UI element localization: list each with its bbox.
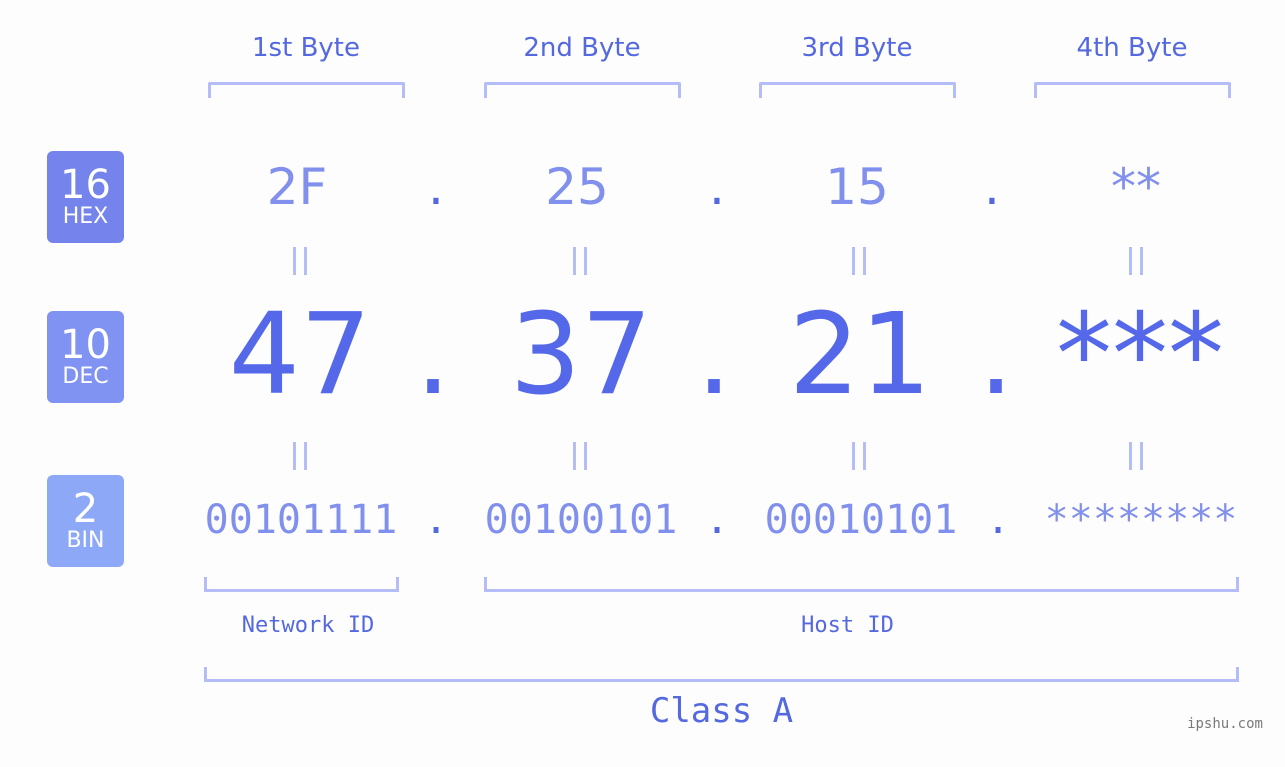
hex-badge: 16 HEX — [47, 151, 124, 243]
dec-base-label: DEC — [62, 364, 109, 389]
byte-bracket-3 — [759, 82, 956, 98]
dec-base-number: 10 — [60, 322, 111, 368]
host-id-label: Host ID — [801, 613, 894, 638]
hex-byte-4: ** — [1111, 158, 1161, 216]
bin-badge: 2 BIN — [47, 475, 124, 567]
dec-byte-3: 21 — [788, 290, 932, 420]
dec-separator-3: . — [978, 290, 1014, 420]
equals-icon — [293, 442, 307, 470]
bin-base-label: BIN — [66, 528, 105, 553]
byte-header-3: 3rd Byte — [801, 33, 913, 63]
dec-separator-2: . — [696, 290, 732, 420]
bin-separator-1: . — [423, 497, 449, 543]
bin-separator-2: . — [704, 497, 730, 543]
hex-byte-1: 2F — [266, 158, 328, 216]
network-id-label: Network ID — [241, 613, 375, 638]
bin-base-number: 2 — [72, 486, 99, 532]
bin-byte-3: 00010101 — [764, 497, 958, 543]
bin-byte-1: 00101111 — [204, 497, 398, 543]
equals-icon — [852, 442, 866, 470]
dec-byte-1: 47 — [228, 290, 372, 420]
dec-badge: 10 DEC — [47, 311, 124, 403]
hex-separator-3: . — [984, 158, 1000, 216]
equals-icon — [293, 247, 307, 275]
class-bracket — [204, 667, 1239, 682]
dec-byte-4: *** — [1056, 290, 1224, 420]
hex-byte-2: 25 — [545, 158, 609, 216]
class-label: Class A — [649, 691, 794, 731]
hex-base-label: HEX — [62, 204, 109, 229]
network-id-bracket — [204, 577, 399, 592]
equals-icon — [573, 442, 587, 470]
hex-byte-3: 15 — [825, 158, 889, 216]
equals-icon — [1129, 247, 1143, 275]
bin-separator-3: . — [985, 497, 1011, 543]
byte-bracket-1 — [208, 82, 405, 98]
equals-icon — [573, 247, 587, 275]
byte-header-1: 1st Byte — [252, 33, 360, 63]
equals-icon — [852, 247, 866, 275]
byte-header-4: 4th Byte — [1076, 33, 1188, 63]
byte-bracket-4 — [1034, 82, 1231, 98]
dec-separator-1: . — [415, 290, 451, 420]
byte-bracket-2 — [484, 82, 681, 98]
hex-separator-2: . — [709, 158, 725, 216]
equals-icon — [1129, 442, 1143, 470]
byte-header-2: 2nd Byte — [523, 33, 641, 63]
hex-base-number: 16 — [60, 162, 111, 208]
watermark: ipshu.com — [1187, 716, 1263, 732]
hex-separator-1: . — [428, 158, 444, 216]
bin-byte-2: 00100101 — [484, 497, 678, 543]
dec-byte-2: 37 — [509, 290, 653, 420]
host-id-bracket — [484, 577, 1239, 592]
bin-byte-4: ******** — [1044, 497, 1238, 543]
